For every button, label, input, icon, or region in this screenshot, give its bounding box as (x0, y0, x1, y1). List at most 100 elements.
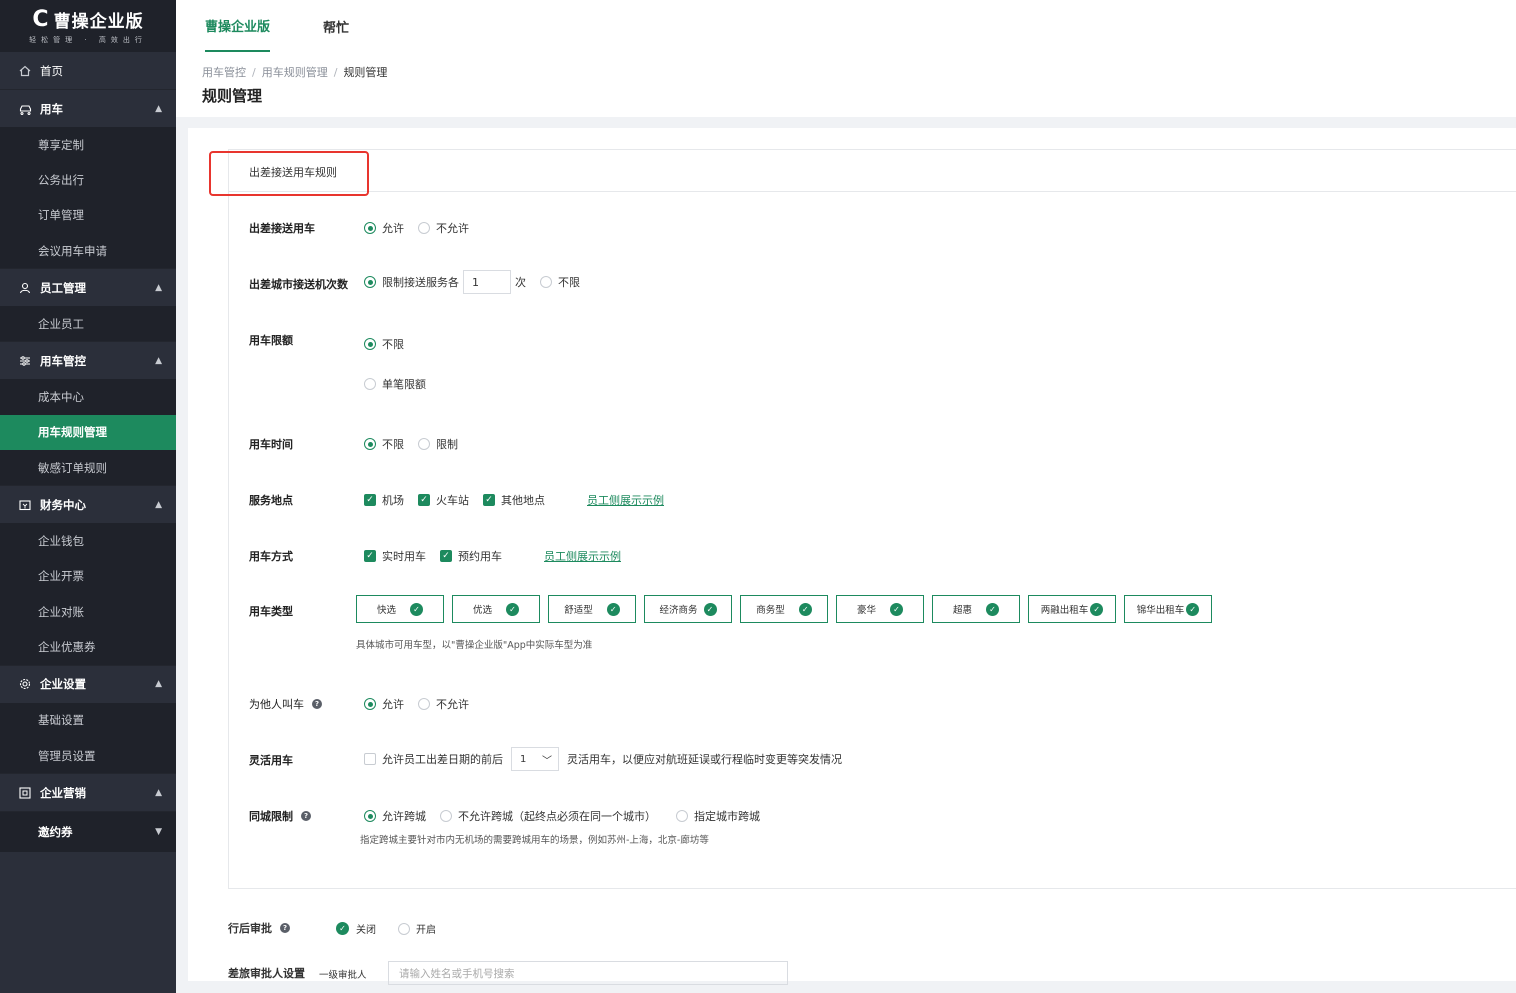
sidebar-group-control[interactable]: 用车管控 ▲ (0, 341, 176, 380)
radio-label: 指定城市跨城 (694, 810, 760, 823)
times-input[interactable]: 1 (463, 270, 511, 294)
city-deny-radio[interactable]: 不允许跨城（起终点必须在同一个城市） (440, 808, 656, 824)
checkbox-label: 机场 (382, 494, 404, 507)
radio-label: 允许 (382, 222, 404, 235)
car-type-option[interactable]: 两融出租车 ✓ (1028, 595, 1116, 623)
chevron-up-icon: ▲ (155, 355, 162, 366)
times-limit-radio[interactable]: 限制接送服务各 (364, 274, 459, 290)
limit-unlimited-radio[interactable]: 不限 (364, 336, 404, 352)
check-circle-icon: ✓ (1186, 602, 1200, 616)
flex-checkbox[interactable]: 允许员工出差日期的前后 (364, 751, 503, 767)
check-circle-icon: ✓ (1090, 602, 1104, 616)
checkbox-label: 预约用车 (458, 550, 502, 563)
gear-icon (18, 677, 32, 691)
rule-card: 出差接送用车规则 出差接送用车 允许 不允许 出差城市接送机次数 限制接送服务各… (209, 149, 1516, 889)
sidebar-item-sensitive-rules[interactable]: 敏感订单规则 (0, 450, 176, 485)
car-type-option[interactable]: 舒适型 ✓ (548, 595, 636, 623)
flex-description: 灵活用车，以便应对航班延误或行程临时变更等突发情况 (567, 753, 842, 766)
time-unlimited-radio[interactable]: 不限 (364, 436, 404, 452)
sidebar-group-staff[interactable]: 员工管理 ▲ (0, 268, 176, 307)
checkbox-label: 实时用车 (382, 550, 426, 563)
after-approval-on-radio[interactable]: 开启 (398, 921, 436, 936)
logo-mark: C (32, 6, 50, 32)
car-type-option[interactable]: 经济商务 ✓ (644, 595, 732, 623)
help-icon[interactable]: ? (301, 811, 311, 821)
sidebar-item-cost-center[interactable]: 成本中心 (0, 379, 176, 414)
input-placeholder: 请输入姓名或手机号搜索 (399, 967, 515, 980)
chevron-up-icon: ▲ (155, 679, 162, 690)
mode-reserve-checkbox[interactable]: ✓ 预约用车 (440, 548, 502, 564)
checkbox-label: 其他地点 (501, 494, 545, 507)
topbar: 曹操企业版 帮忙 (176, 0, 1516, 52)
mode-example-link[interactable]: 员工侧展示示例 (544, 548, 621, 564)
sidebar-item-coupons[interactable]: 企业优惠券 (0, 629, 176, 664)
sidebar-item-meeting-car[interactable]: 会议用车申请 (0, 233, 176, 268)
sidebar-group-car[interactable]: 用车 ▲ (0, 89, 176, 127)
car-type-label: 两融出租车 (1040, 605, 1089, 616)
sidebar-group-marketing[interactable]: 企业营销 ▲ (0, 773, 176, 812)
sidebar-item-car-rules[interactable]: 用车规则管理 (0, 414, 176, 451)
place-example-link[interactable]: 员工侧展示示例 (587, 492, 664, 508)
city-specified-radio[interactable]: 指定城市跨城 (676, 808, 760, 824)
chevron-down-icon: ▼ (155, 827, 162, 838)
car-type-option[interactable]: 锦华出租车 ✓ (1124, 595, 1212, 623)
sidebar-item-invite-coupon[interactable]: 邀约券 ▼ (0, 811, 176, 853)
place-other-checkbox[interactable]: ✓ 其他地点 (483, 492, 545, 508)
time-limit-radio[interactable]: 限制 (418, 436, 458, 452)
marketing-icon (18, 786, 32, 800)
radio-label: 允许 (382, 698, 404, 711)
times-unlimited-radio[interactable]: 不限 (540, 274, 580, 290)
car-type-label: 快选 (376, 605, 396, 616)
flex-days-select[interactable]: 1 ﹀ (511, 747, 559, 771)
city-label: 同城限制 ? (249, 808, 311, 824)
place-airport-checkbox[interactable]: ✓ 机场 (364, 492, 404, 508)
sidebar-item-home[interactable]: 首页 (0, 52, 176, 89)
sidebar-group-label: 企业设置 (40, 677, 86, 692)
sidebar-group-finance[interactable]: 财务中心 ▲ (0, 485, 176, 524)
car-type-label: 经济商务 (659, 605, 698, 616)
car-type-option[interactable]: 豪华 ✓ (836, 595, 924, 623)
car-type-option[interactable]: 快选 ✓ (356, 595, 444, 623)
others-deny-radio[interactable]: 不允许 (418, 696, 469, 712)
sidebar-group-settings[interactable]: 企业设置 ▲ (0, 664, 176, 703)
sidebar-item-wallet[interactable]: 企业钱包 (0, 523, 176, 558)
limit-single-radio[interactable]: 单笔限额 (364, 376, 426, 392)
sidebar-item-premium[interactable]: 尊享定制 (0, 127, 176, 162)
car-type-option[interactable]: 超惠 ✓ (932, 595, 1020, 623)
sidebar-item-orders[interactable]: 订单管理 (0, 198, 176, 233)
logo[interactable]: C 曹操企业版 轻松管理 · 高效出行 (0, 0, 176, 52)
main-content: 出差接送用车规则 出差接送用车 允许 不允许 出差城市接送机次数 限制接送服务各… (188, 128, 1516, 985)
check-circle-icon: ✓ (606, 602, 620, 616)
breadcrumb-item[interactable]: 用车规则管理 (262, 66, 328, 79)
mode-realtime-checkbox[interactable]: ✓ 实时用车 (364, 548, 426, 564)
sidebar-item-basic-settings[interactable]: 基础设置 (0, 703, 176, 738)
city-allow-radio[interactable]: 允许跨城 (364, 808, 426, 824)
sidebar-group-label: 用车管控 (40, 353, 86, 368)
sidebar-item-employees[interactable]: 企业员工 (0, 306, 176, 341)
times-label: 出差城市接送机次数 (249, 278, 348, 291)
chevron-up-icon: ▲ (155, 499, 162, 510)
chevron-down-icon: ﹀ (542, 755, 552, 767)
sidebar-group-label: 员工管理 (40, 280, 86, 295)
logo-slogan: 轻松管理 · 高效出行 (29, 36, 147, 44)
approver-search-input[interactable]: 请输入姓名或手机号搜索 (388, 961, 788, 985)
sidebar-item-reconcile[interactable]: 企业对账 (0, 594, 176, 629)
tab-help[interactable]: 帮忙 (316, 0, 356, 52)
breadcrumb-item[interactable]: 用车管控 (202, 66, 246, 79)
sidebar-item-business-trip[interactable]: 公务出行 (0, 162, 176, 197)
car-type-label: 豪华 (856, 605, 876, 616)
sidebar-item-admin-settings[interactable]: 管理员设置 (0, 738, 176, 773)
others-allow-radio[interactable]: 允许 (364, 696, 404, 712)
place-train-checkbox[interactable]: ✓ 火车站 (418, 492, 469, 508)
car-type-option[interactable]: 商务型 ✓ (740, 595, 828, 623)
pickup-allow-radio[interactable]: 允许 (364, 220, 404, 236)
after-approval-off-radio[interactable]: ✓ 关闭 (336, 921, 376, 936)
pickup-deny-radio[interactable]: 不允许 (418, 220, 469, 236)
tab-enterprise[interactable]: 曹操企业版 (205, 0, 270, 52)
help-icon[interactable]: ? (280, 923, 290, 933)
car-type-option[interactable]: 优选 ✓ (452, 595, 540, 623)
car-type-label: 锦华出租车 (1136, 605, 1185, 616)
help-icon[interactable]: ? (312, 699, 322, 709)
sidebar-item-invoice[interactable]: 企业开票 (0, 559, 176, 594)
chevron-up-icon: ▲ (155, 103, 162, 114)
